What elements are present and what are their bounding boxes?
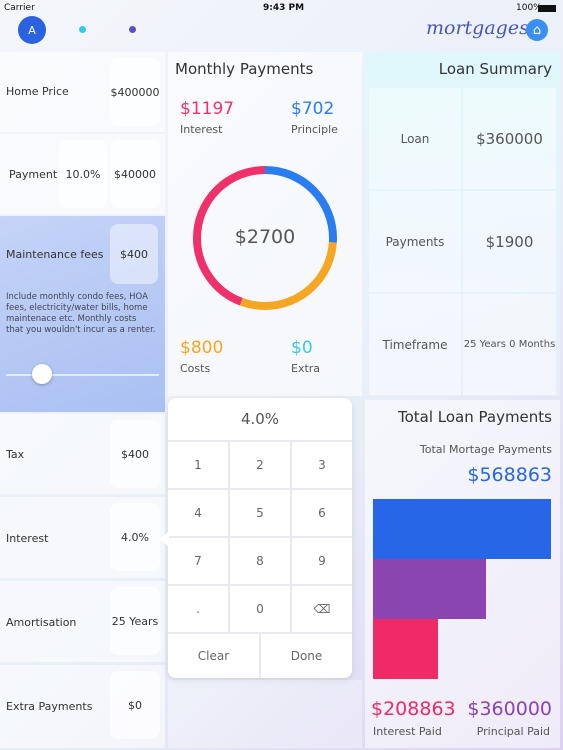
- interest-field[interactable]: 4.0%: [110, 503, 160, 571]
- maintenance-field[interactable]: $400: [110, 224, 158, 284]
- interest-row: Interest 4.0%: [0, 497, 165, 578]
- key-0[interactable]: 0: [230, 586, 290, 632]
- summary-label: Payments: [369, 191, 461, 292]
- interest-paid-value: $208863: [371, 698, 456, 720]
- extra-amount: $0: [291, 338, 313, 358]
- interest-amount: $1197: [180, 99, 235, 119]
- principal-paid-label: Principal Paid: [476, 725, 550, 738]
- key-7[interactable]: 7: [168, 538, 228, 584]
- key-decimal[interactable]: .: [168, 586, 228, 632]
- loan-summary-panel: Loan Summary Loan $360000 Payments $1900 Tim…: [365, 52, 560, 396]
- maintenance-row: Maintenance fees $400 Include monthly co…: [0, 216, 165, 412]
- battery-icon: [538, 5, 556, 12]
- clock: 9:43 PM: [263, 3, 305, 13]
- principal-paid-value: $360000: [467, 698, 552, 720]
- home-price-field[interactable]: $400000: [110, 58, 160, 126]
- page-dot[interactable]: [129, 26, 136, 33]
- maintenance-note: Include monthly condo fees, HOA fees, el…: [6, 292, 156, 335]
- backspace-key[interactable]: ⌫: [292, 586, 352, 632]
- payment-label: Payment: [9, 168, 58, 181]
- monthly-title: Monthly Payments: [175, 60, 314, 78]
- summary-value: $1900: [463, 191, 556, 292]
- key-6[interactable]: 6: [292, 490, 352, 536]
- home-price-label: Home Price: [6, 85, 69, 98]
- summary-value: 25 Years 0 Months: [463, 294, 556, 395]
- principle-caption: Principle: [291, 123, 338, 136]
- summary-value: $360000: [463, 88, 556, 189]
- tax-label: Tax: [6, 448, 25, 461]
- total-subtitle: Total Mortage Payments: [419, 443, 552, 456]
- done-button[interactable]: Done: [261, 634, 352, 678]
- keypad-popover: 4.0% 1 2 3 4 5 6 7 8 9. 0 ⌫ Clear Done: [168, 398, 352, 678]
- monthly-payments-panel: Monthly Payments $1197 Interest $702 Pri…: [168, 52, 362, 396]
- costs-caption: Costs: [180, 362, 211, 375]
- payment-percent-field[interactable]: 10.0%: [59, 140, 107, 208]
- maintenance-slider[interactable]: [6, 374, 159, 376]
- extra-caption: Extra: [291, 362, 321, 375]
- total-value: $568863: [467, 464, 552, 486]
- summary-title: Loan Summary: [438, 60, 552, 78]
- payment-field[interactable]: $40000: [110, 140, 160, 208]
- app-title: mortgages: [426, 17, 529, 39]
- avatar[interactable]: A: [18, 16, 46, 44]
- key-2[interactable]: 2: [230, 442, 290, 488]
- total-bar-2: [373, 619, 439, 679]
- keypad-display: 4.0%: [168, 398, 352, 440]
- extra-payments-row: Extra Payments $0: [0, 665, 165, 748]
- total-loan-panel: Total Loan Payments Total Mortage Paymen…: [365, 400, 560, 748]
- page-dot[interactable]: [79, 26, 86, 33]
- total-title: Total Loan Payments: [397, 408, 552, 426]
- interest-label: Interest: [6, 532, 49, 545]
- tax-row: Tax $400: [0, 414, 165, 494]
- principle-amount: $702: [291, 99, 335, 119]
- status-bar: Carrier 9:43 PM 100%: [0, 0, 563, 16]
- clear-button[interactable]: Clear: [168, 634, 259, 678]
- key-5[interactable]: 5: [230, 490, 290, 536]
- popover-arrow: [160, 531, 169, 547]
- key-9[interactable]: 9: [292, 538, 352, 584]
- key-3[interactable]: 3: [292, 442, 352, 488]
- home-price-row: Home Price $400000: [0, 52, 165, 132]
- summary-label: Timeframe: [369, 294, 461, 395]
- total-bar-1: [373, 559, 486, 619]
- empty-panel: [168, 680, 362, 748]
- carrier: Carrier: [4, 3, 35, 13]
- total-bar-0: [373, 499, 551, 559]
- key-1[interactable]: 1: [168, 442, 228, 488]
- extra-payments-label: Extra Payments: [6, 700, 93, 713]
- extra-payments-field[interactable]: $0: [110, 671, 160, 739]
- key-4[interactable]: 4: [168, 490, 228, 536]
- amortisation-row: Amortisation 25 Years: [0, 581, 165, 662]
- monthly-total: $2700: [234, 226, 296, 248]
- interest-paid-label: Interest Paid: [373, 725, 442, 738]
- summary-label: Loan: [369, 88, 461, 189]
- payment-row: Payment 10.0% $40000: [0, 134, 165, 214]
- amortisation-field[interactable]: 25 Years: [110, 587, 160, 655]
- key-8[interactable]: 8: [230, 538, 290, 584]
- costs-amount: $800: [180, 338, 224, 358]
- slider-thumb[interactable]: [32, 364, 52, 384]
- interest-caption: Interest: [180, 123, 223, 136]
- maintenance-label: Maintenance fees: [6, 248, 104, 261]
- tax-field[interactable]: $400: [110, 420, 160, 488]
- home-icon[interactable]: ⌂: [526, 19, 548, 41]
- amortisation-label: Amortisation: [6, 616, 77, 629]
